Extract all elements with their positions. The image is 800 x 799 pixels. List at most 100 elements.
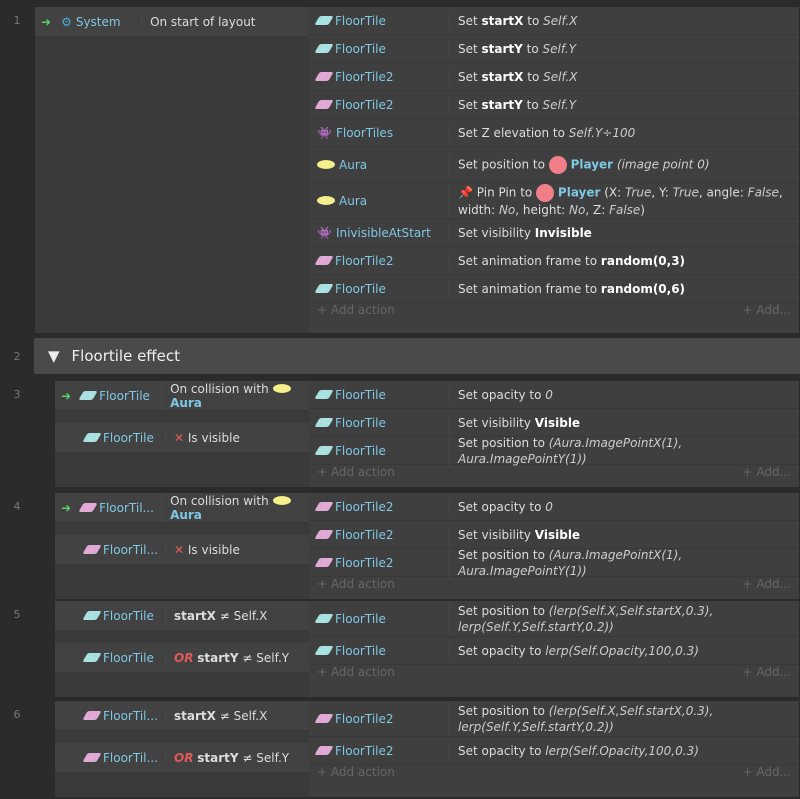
action-row[interactable]: FloorTile Set animation frame to random(0…	[309, 275, 799, 303]
action-object: FloorTile2	[309, 744, 449, 758]
floortile-icon	[82, 653, 102, 662]
action-row[interactable]: FloorTile Set visibility Visible	[309, 409, 799, 437]
action-row[interactable]: FloorTile2 Set position to (lerp(Self.X,S…	[309, 701, 799, 737]
condition-row[interactable]: FloorTil... ✕ Is visible	[55, 535, 309, 565]
condition-row[interactable]: FloorTile ✕ Is visible	[55, 423, 309, 453]
action-object: FloorTile2	[309, 254, 449, 268]
floortile-icon	[82, 611, 102, 620]
action-object: 👾 FloorTiles	[317, 125, 394, 140]
aura-icon	[317, 196, 335, 205]
family-icon: 👾	[317, 125, 332, 140]
action-object: FloorTile	[309, 388, 449, 402]
event-block[interactable]: FloorTil... startX ≠ Self.X FloorTil... OR …	[54, 700, 800, 798]
condition-object: FloorTil...	[82, 751, 165, 765]
action-text: Set opacity to 0	[449, 498, 799, 515]
add-action-button[interactable]: + Add action + Add...	[309, 765, 799, 785]
condition-row[interactable]: ➜ ⚙ System On start of layout	[35, 7, 309, 37]
condition-object: FloorTil...	[82, 709, 165, 723]
group-header[interactable]: ▼ Floortile effect	[34, 338, 800, 374]
action-row[interactable]: FloorTile Set position to (lerp(Self.X,Se…	[309, 601, 799, 637]
floortile-icon	[314, 418, 334, 427]
condition-row[interactable]: FloorTil... OR startY ≠ Self.Y	[55, 743, 309, 773]
floortile2-icon	[78, 503, 98, 512]
floortile2-icon	[314, 714, 334, 723]
action-object: Aura	[309, 158, 449, 172]
event-number: 6	[13, 708, 21, 721]
collapse-icon[interactable]: ▼	[48, 347, 60, 365]
event-block[interactable]: ➜ FloorTil... On collision with Aura FloorT…	[54, 492, 800, 600]
condition-row[interactable]: FloorTile startX ≠ Self.X	[55, 601, 309, 631]
action-object: FloorTile2	[309, 528, 449, 542]
action-row[interactable]: FloorTile2 Set startY to Self.Y	[309, 91, 799, 119]
floortile-icon	[314, 16, 334, 25]
action-text: Set animation frame to random(0,6)	[449, 280, 799, 297]
event-block[interactable]: FloorTile startX ≠ Self.X FloorTile OR star…	[54, 600, 800, 698]
action-row[interactable]: 👾 FloorTiles Set Z elevation to Self.Y÷100	[309, 119, 799, 147]
add-action-button[interactable]: + Add action + Add...	[309, 577, 799, 597]
action-row[interactable]: FloorTile Set position to (Aura.ImagePoin…	[309, 434, 799, 467]
condition-object: ⚙ System	[61, 14, 121, 29]
gear-icon: ⚙	[61, 14, 72, 29]
family-icon: 👾	[317, 225, 332, 240]
action-row[interactable]: FloorTile2 Set opacity to 0	[309, 493, 799, 521]
action-object: FloorTile	[309, 644, 449, 658]
action-text: Set position to Player (image point 0)	[449, 155, 799, 174]
action-object: 👾 InivisibleAtStart	[317, 225, 431, 240]
action-object: FloorTile	[309, 14, 449, 28]
action-object: FloorTile2	[309, 500, 449, 514]
floortile2-icon	[82, 545, 102, 554]
floortile2-icon	[82, 753, 102, 762]
condition-text: ✕ Is visible	[165, 542, 309, 557]
floortile2-icon	[314, 72, 334, 81]
action-text: Set visibility Visible	[449, 414, 799, 431]
action-row[interactable]: 👾 InivisibleAtStart Set visibility Invisib…	[309, 219, 799, 247]
event-block[interactable]: ➜ FloorTile On collision with Aura FloorTil…	[54, 380, 800, 488]
condition-row[interactable]: FloorTile OR startY ≠ Self.Y	[55, 643, 309, 673]
action-object: FloorTile	[309, 444, 449, 458]
action-row[interactable]: FloorTile2 Set opacity to lerp(Self.Opaci…	[309, 737, 799, 765]
action-text: Set startY to Self.Y	[449, 40, 799, 57]
action-row[interactable]: FloorTile Set opacity to 0	[309, 381, 799, 409]
event-block[interactable]: ➜ ⚙ System On start of layout FloorTile Set s…	[34, 6, 800, 334]
action-text: Set opacity to 0	[449, 386, 799, 403]
condition-text: On start of layout	[141, 14, 309, 29]
action-row[interactable]: FloorTile2 Set visibility Visible	[309, 521, 799, 549]
action-row[interactable]: FloorTile Set startY to Self.Y	[309, 35, 799, 63]
group-title: Floortile effect	[71, 347, 180, 365]
floortile-icon	[314, 614, 334, 623]
trigger-arrow-icon: ➜	[41, 14, 52, 29]
floortile-icon	[314, 390, 334, 399]
condition-text: startX ≠ Self.X	[165, 708, 309, 723]
condition-object: FloorTile	[82, 651, 165, 665]
condition-text: On collision with Aura	[161, 493, 309, 522]
add-action-button[interactable]: + Add action + Add...	[309, 303, 799, 323]
condition-text: OR startY ≠ Self.Y	[165, 650, 309, 665]
floortile2-icon	[314, 256, 334, 265]
floortile-icon	[314, 446, 334, 455]
action-row[interactable]: FloorTile Set startX to Self.X	[309, 7, 799, 35]
action-text: Set opacity to lerp(Self.Opacity,100,0.3…	[449, 642, 799, 659]
event-number: 4	[13, 500, 21, 513]
condition-object: FloorTile	[78, 389, 161, 403]
action-row[interactable]: Aura Set position to Player (image point …	[309, 147, 799, 183]
action-row[interactable]: FloorTile Set opacity to lerp(Self.Opacit…	[309, 637, 799, 665]
action-object: FloorTile2	[309, 98, 449, 112]
action-row[interactable]: FloorTile2 Set startX to Self.X	[309, 63, 799, 91]
floortile-icon	[314, 646, 334, 655]
action-object: FloorTile2	[309, 712, 449, 726]
action-row[interactable]: Aura 📌 Pin Pin to Player (X: True, Y: Tru…	[309, 183, 799, 219]
add-action-button[interactable]: + Add action + Add...	[309, 665, 799, 685]
condition-text: OR startY ≠ Self.Y	[165, 750, 309, 765]
floortile2-icon	[314, 530, 334, 539]
condition-row[interactable]: ➜ FloorTile On collision with Aura	[55, 381, 309, 411]
floortile2-icon	[314, 558, 334, 567]
condition-row[interactable]: ➜ FloorTil... On collision with Aura	[55, 493, 309, 523]
aura-icon	[317, 160, 335, 169]
condition-object: FloorTil...	[82, 543, 165, 557]
add-action-button[interactable]: + Add action + Add...	[309, 465, 799, 485]
action-row[interactable]: FloorTile2 Set animation frame to random(…	[309, 247, 799, 275]
event-number: 3	[13, 388, 21, 401]
action-text: Set position to (lerp(Self.X,Self.startX…	[449, 602, 799, 635]
action-row[interactable]: FloorTile2 Set position to (Aura.ImagePoi…	[309, 546, 799, 579]
condition-row[interactable]: FloorTil... startX ≠ Self.X	[55, 701, 309, 731]
